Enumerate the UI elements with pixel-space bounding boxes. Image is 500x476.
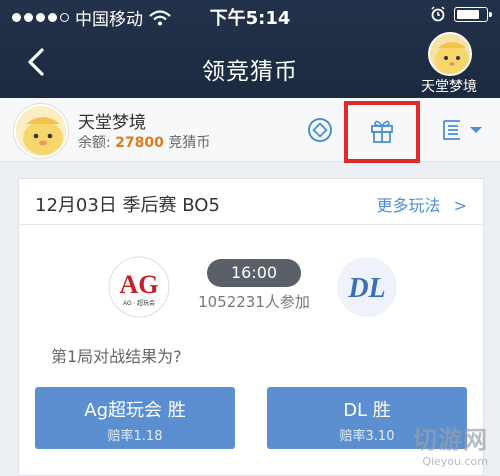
balance-unit: 竞猜币 (168, 135, 211, 151)
watermark-text: 切游网 (413, 426, 488, 454)
participant-count: 1052231人参加 (198, 293, 310, 311)
match-time: 16:00 (207, 259, 301, 287)
profile-avatar[interactable] (14, 104, 68, 158)
alarm-icon (431, 6, 445, 22)
more-plays-link[interactable]: 更多玩法 > (376, 192, 467, 216)
more-plays-label: 更多玩法 (376, 196, 441, 215)
battery-icon (454, 6, 492, 22)
bet-label: DL 胜 (343, 400, 391, 421)
profile-name: 天堂梦境 (78, 113, 146, 133)
list-menu-button[interactable] (438, 114, 488, 146)
watermark: 切游网 Qieyou.com (413, 420, 488, 468)
balance-amount: 27800 (115, 135, 164, 151)
nav-bar: 领竞猜币 天堂梦境 (0, 32, 500, 98)
gift-highlight-box (344, 101, 420, 163)
status-time: 下午5:14 (209, 8, 291, 29)
watermark-sub: Qieyou.com (422, 455, 488, 468)
match-card-header: 12月03日 季后赛 BO5 更多玩法 > (19, 179, 483, 225)
profile-row: 天堂梦境 余额: 27800 竞猜币 (0, 98, 500, 162)
balance: 余额: 27800 竞猜币 (78, 132, 210, 152)
bet-label: Ag超玩会 胜 (84, 400, 186, 421)
status-bar: 中国移动 下午5:14 (0, 0, 500, 32)
team-dl-logo: DL (337, 257, 397, 317)
dropdown-icon (470, 127, 482, 133)
bet-odds: 赔率1.18 (107, 429, 163, 444)
nav-user-name: 天堂梦境 (421, 79, 477, 95)
question-text: 第1局对战结果为? (51, 347, 182, 366)
svg-text:DL: DL (347, 273, 385, 304)
top-bar: 中国移动 下午5:14 领竞猜币 天堂梦境 (0, 0, 500, 98)
balance-label: 余额: (78, 135, 111, 151)
chevron-right-icon: > (453, 196, 467, 215)
avatar[interactable] (428, 32, 472, 76)
match-title: 12月03日 季后赛 BO5 (35, 195, 220, 216)
bet-team-ag-button[interactable]: Ag超玩会 胜 赔率1.18 (35, 387, 235, 449)
coin-icon[interactable] (304, 114, 336, 146)
list-icon (443, 120, 460, 140)
